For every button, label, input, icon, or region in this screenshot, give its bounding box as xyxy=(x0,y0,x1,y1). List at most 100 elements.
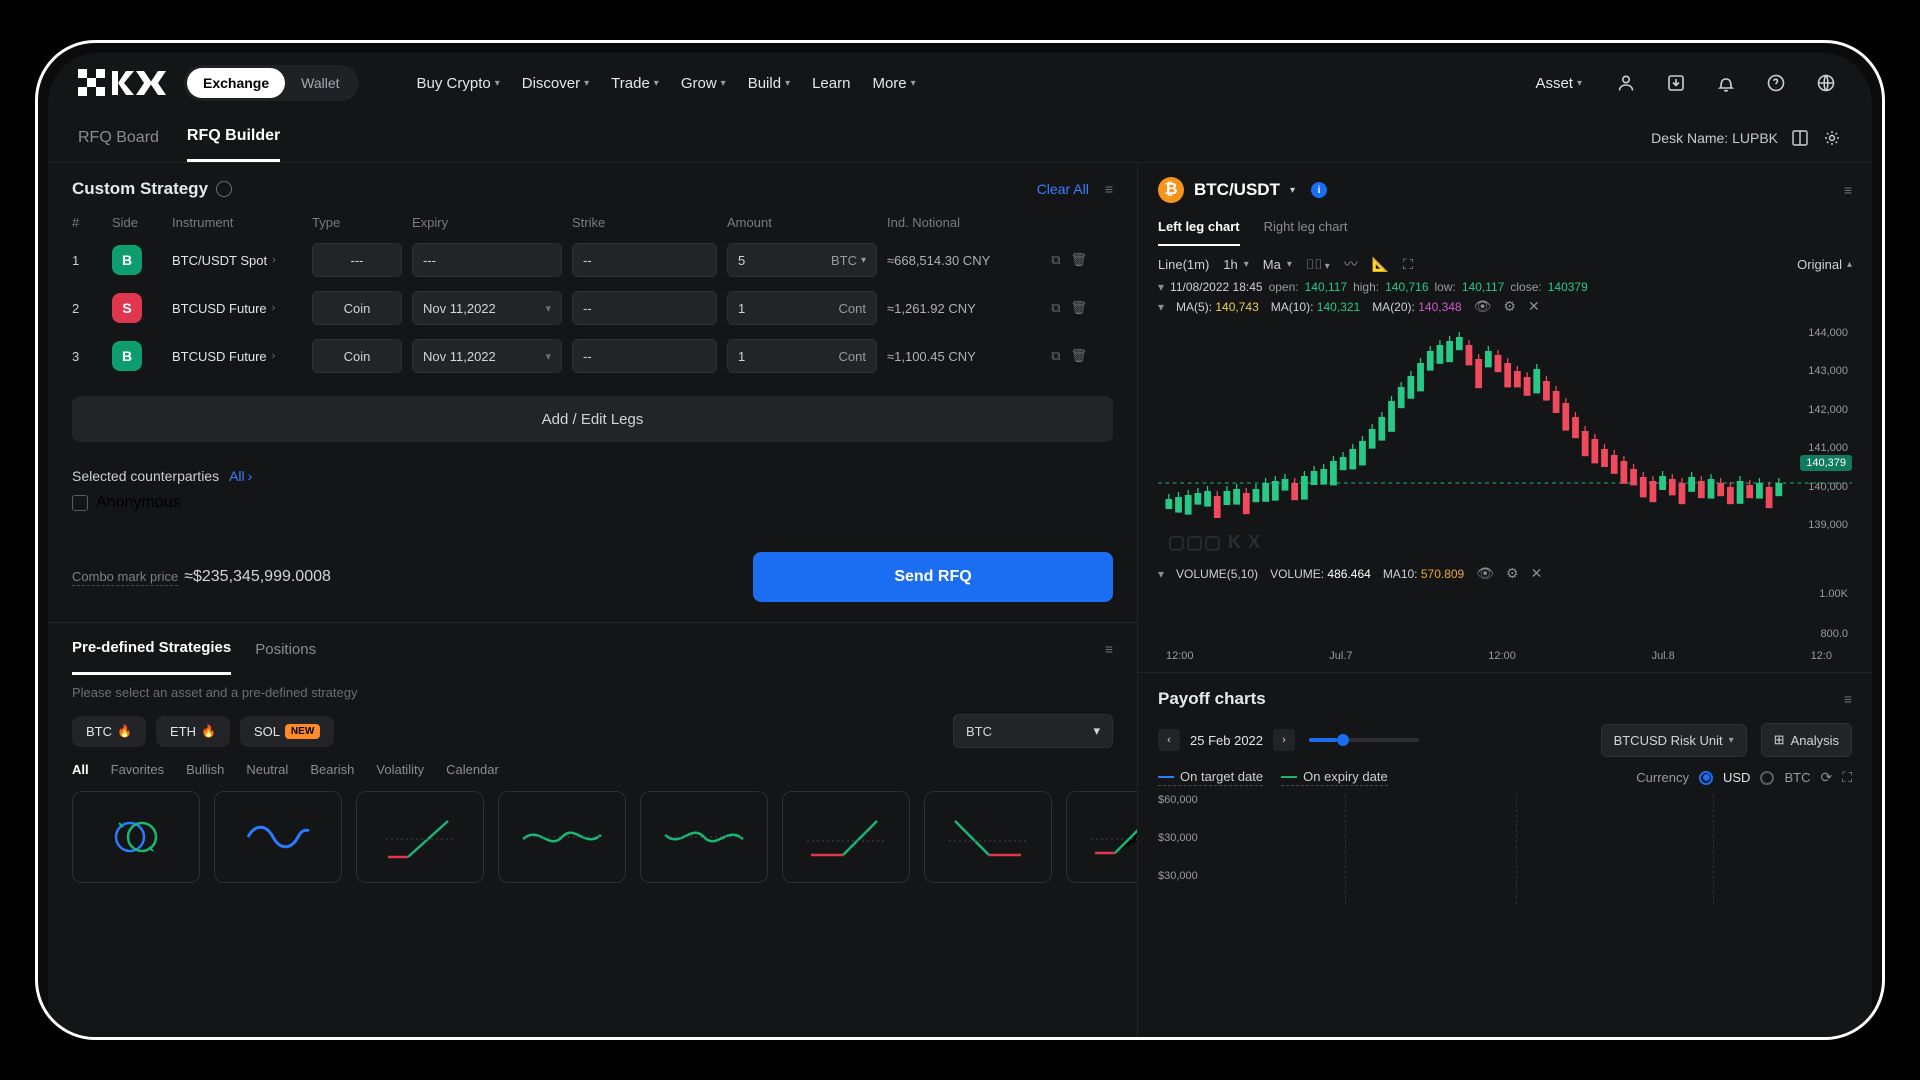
cat-all[interactable]: All xyxy=(72,762,89,777)
menu-icon[interactable]: ≡ xyxy=(1844,182,1852,198)
copy-icon[interactable]: ⧉ xyxy=(1051,252,1060,268)
asset-dropdown[interactable]: BTC▾ xyxy=(953,714,1113,748)
asset-sol[interactable]: SOLNEW xyxy=(240,716,334,747)
strike-input[interactable]: -- xyxy=(572,291,717,325)
payoff-chart[interactable]: $60,000$30,000$30,000 xyxy=(1158,794,1852,904)
original-toggle[interactable]: Original▴ xyxy=(1797,257,1852,272)
instrument-select[interactable]: BTC/USDT Spot› xyxy=(172,253,302,268)
type-input[interactable]: --- xyxy=(312,243,402,277)
tab-rfq-board[interactable]: RFQ Board xyxy=(78,115,159,161)
tab-left-leg[interactable]: Left leg chart xyxy=(1158,209,1240,246)
exchange-tab[interactable]: Exchange xyxy=(187,68,285,98)
globe-icon[interactable] xyxy=(1810,67,1842,99)
bell-icon[interactable] xyxy=(1710,67,1742,99)
layout-icon[interactable] xyxy=(1790,128,1810,148)
cat-favorites[interactable]: Favorites xyxy=(111,762,164,777)
cat-volatility[interactable]: Volatility xyxy=(376,762,424,777)
amount-input[interactable]: 1Cont xyxy=(727,291,877,325)
nav-build[interactable]: Build▾ xyxy=(748,75,790,92)
date-next[interactable]: › xyxy=(1273,729,1295,751)
asset-btc[interactable]: BTC🔥 xyxy=(72,716,146,747)
expiry-input[interactable]: Nov 11,2022▾ xyxy=(412,339,562,373)
eye-icon[interactable]: 👁 xyxy=(1474,298,1492,315)
expand-icon[interactable]: ⛶ xyxy=(1842,769,1852,786)
cat-bullish[interactable]: Bullish xyxy=(186,762,224,777)
strike-input[interactable]: -- xyxy=(572,243,717,277)
date-slider[interactable] xyxy=(1309,738,1419,742)
tab-predefined[interactable]: Pre-defined Strategies xyxy=(72,623,231,675)
strategy-card[interactable] xyxy=(640,791,768,883)
strategy-card[interactable] xyxy=(498,791,626,883)
eye-icon[interactable]: 👁 xyxy=(1476,565,1494,582)
fullscreen-icon[interactable]: ⛶ xyxy=(1403,256,1413,273)
instrument-select[interactable]: BTCUSD Future› xyxy=(172,301,302,316)
radio-btc[interactable] xyxy=(1760,771,1774,785)
expiry-input[interactable]: Nov 11,2022▾ xyxy=(412,291,562,325)
strategy-card[interactable] xyxy=(1066,791,1137,883)
menu-icon[interactable]: ≡ xyxy=(1105,641,1113,657)
help-icon[interactable] xyxy=(1760,67,1792,99)
gear-icon[interactable]: ⚙ xyxy=(1503,298,1516,315)
strategy-card[interactable] xyxy=(924,791,1052,883)
refresh-icon[interactable]: ⟳ xyxy=(1820,769,1832,786)
side-badge[interactable]: B xyxy=(112,245,142,275)
type-input[interactable]: Coin xyxy=(312,291,402,325)
nav-learn[interactable]: Learn xyxy=(812,75,850,92)
strategy-card[interactable] xyxy=(356,791,484,883)
tab-right-leg[interactable]: Right leg chart xyxy=(1264,209,1348,246)
strategy-card[interactable] xyxy=(214,791,342,883)
info-icon[interactable] xyxy=(216,181,232,197)
nav-more[interactable]: More▾ xyxy=(872,75,915,92)
close-icon[interactable]: ✕ xyxy=(1531,565,1543,582)
cat-calendar[interactable]: Calendar xyxy=(446,762,499,777)
tab-rfq-builder[interactable]: RFQ Builder xyxy=(187,113,280,162)
nav-grow[interactable]: Grow▾ xyxy=(681,75,726,92)
nav-discover[interactable]: Discover▾ xyxy=(522,75,589,92)
gear-icon[interactable]: ⚙ xyxy=(1506,565,1519,582)
counterparties-all-link[interactable]: All › xyxy=(229,468,252,484)
close-icon[interactable]: ✕ xyxy=(1528,298,1540,315)
type-input[interactable]: Coin xyxy=(312,339,402,373)
anonymous-checkbox[interactable] xyxy=(72,495,88,511)
expiry-input[interactable]: --- xyxy=(412,243,562,277)
amount-input[interactable]: 1Cont xyxy=(727,339,877,373)
delete-icon[interactable]: 🗑 xyxy=(1070,252,1087,268)
timeframe-line[interactable]: Line(1m) xyxy=(1158,257,1209,272)
risk-unit-select[interactable]: BTCUSD Risk Unit▾ xyxy=(1601,724,1747,757)
wallet-tab[interactable]: Wallet xyxy=(285,68,355,98)
strike-input[interactable]: -- xyxy=(572,339,717,373)
add-edit-legs-button[interactable]: Add / Edit Legs xyxy=(72,396,1113,442)
copy-icon[interactable]: ⧉ xyxy=(1051,348,1060,364)
ruler-icon[interactable]: 📐 xyxy=(1372,256,1389,273)
volume-chart[interactable]: 1.00K800.0 xyxy=(1158,586,1852,646)
radio-usd[interactable] xyxy=(1699,771,1713,785)
indicator-ma[interactable]: Ma▾ xyxy=(1263,257,1292,272)
candle-style-icon[interactable]: ⌷⌷▾ xyxy=(1306,256,1330,273)
delete-icon[interactable]: 🗑 xyxy=(1070,300,1087,316)
asset-dropdown[interactable]: Asset▾ xyxy=(1535,75,1582,92)
nav-buy-crypto[interactable]: Buy Crypto▾ xyxy=(417,75,500,92)
copy-icon[interactable]: ⧉ xyxy=(1051,300,1060,316)
tab-positions[interactable]: Positions xyxy=(255,625,316,674)
side-badge[interactable]: B xyxy=(112,341,142,371)
date-prev[interactable]: ‹ xyxy=(1158,729,1180,751)
delete-icon[interactable]: 🗑 xyxy=(1070,348,1087,364)
send-rfq-button[interactable]: Send RFQ xyxy=(753,552,1113,602)
side-badge[interactable]: S xyxy=(112,293,142,323)
amount-input[interactable]: 5BTC▾ xyxy=(727,243,877,277)
clear-all-button[interactable]: Clear All xyxy=(1037,181,1089,197)
info-badge[interactable]: i xyxy=(1311,182,1327,198)
asset-eth[interactable]: ETH🔥 xyxy=(156,716,230,747)
menu-icon[interactable]: ≡ xyxy=(1844,691,1852,707)
cat-bearish[interactable]: Bearish xyxy=(310,762,354,777)
instrument-select[interactable]: BTCUSD Future› xyxy=(172,349,302,364)
menu-icon[interactable]: ≡ xyxy=(1105,181,1113,197)
price-chart[interactable]: 144,000143,000142,000141,000140,000139,0… xyxy=(1158,321,1852,561)
download-icon[interactable] xyxy=(1660,67,1692,99)
strategy-card[interactable] xyxy=(782,791,910,883)
pair-name[interactable]: BTC/USDT xyxy=(1194,180,1280,200)
draw-icon[interactable]: 〰 xyxy=(1344,254,1358,274)
cat-neutral[interactable]: Neutral xyxy=(246,762,288,777)
analysis-button[interactable]: ⊞Analysis xyxy=(1761,723,1852,757)
nav-trade[interactable]: Trade▾ xyxy=(611,75,659,92)
